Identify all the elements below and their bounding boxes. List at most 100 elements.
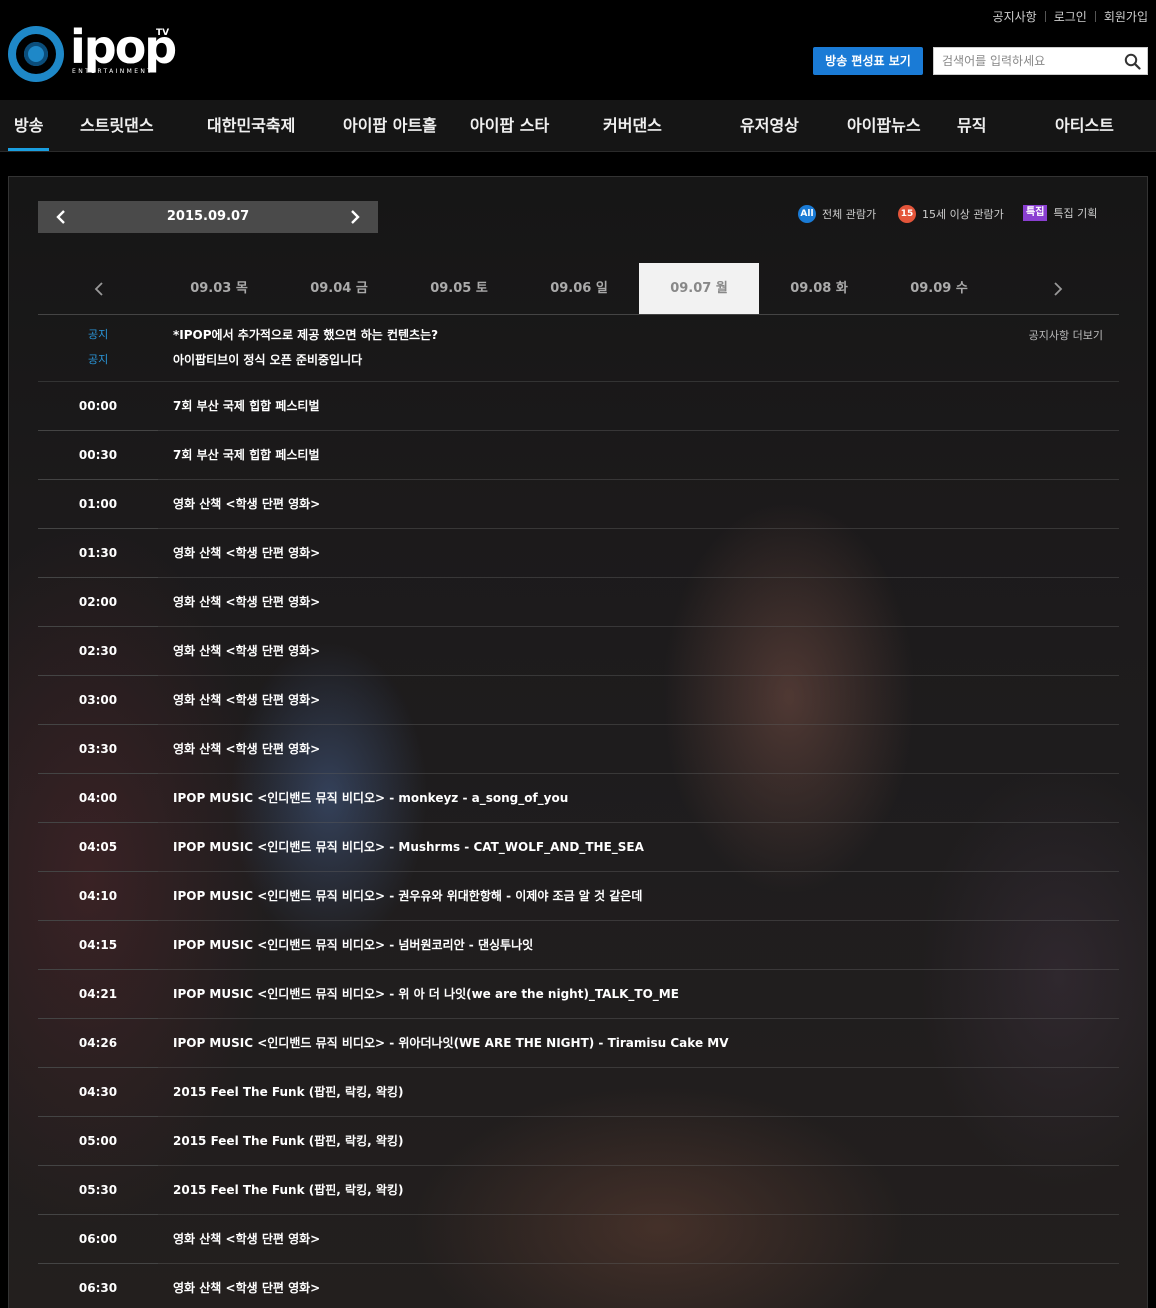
schedule-time: 01:30 (78, 546, 118, 560)
schedule-row[interactable]: 05:00 2015 Feel The Funk (팝핀, 락킹, 왁킹) (38, 1117, 1119, 1166)
schedule-title[interactable]: 2015 Feel The Funk (팝핀, 락킹, 왁킹) (173, 1068, 403, 1117)
schedule-title[interactable]: IPOP MUSIC <인디밴드 뮤직 비디오> - 위 아 더 나잇(we a… (173, 970, 679, 1019)
prev-date-icon[interactable] (54, 209, 68, 225)
notice-item[interactable]: 공지 *IPOP에서 추가적으로 제공 했으면 하는 컨텐츠는? (38, 325, 1119, 345)
schedule-row[interactable]: 03:30 영화 산책 <학생 단편 영화> (38, 725, 1119, 774)
notice-text[interactable]: *IPOP에서 추가적으로 제공 했으면 하는 컨텐츠는? (173, 325, 438, 345)
schedule-title[interactable]: IPOP MUSIC <인디밴드 뮤직 비디오> - Mushrms - CAT… (173, 823, 644, 872)
schedule-panel: 2015.09.07 All 전체 관람가 15 15세 이상 관람가 특집 특… (8, 176, 1148, 1308)
schedule-row[interactable]: 00:30 7회 부산 국제 힙합 페스티벌 (38, 431, 1119, 480)
tab-day[interactable]: 09.06 일 (519, 263, 639, 314)
schedule-row[interactable]: 04:26 IPOP MUSIC <인디밴드 뮤직 비디오> - 위아더나잇(WE… (38, 1019, 1119, 1068)
next-date-icon[interactable] (348, 209, 362, 225)
schedule-title[interactable]: 영화 산책 <학생 단편 영화> (173, 627, 320, 676)
schedule-title[interactable]: 영화 산책 <학생 단편 영화> (173, 1264, 320, 1308)
age-15-label: 15세 이상 관람가 (922, 208, 1004, 221)
search-icon[interactable] (1124, 53, 1141, 70)
schedule-title[interactable]: 2015 Feel The Funk (팝핀, 락킹, 왁킹) (173, 1166, 403, 1215)
nav-item-ipop-star[interactable]: 아이팝 스타 (470, 100, 549, 151)
schedule-time: 03:30 (78, 742, 118, 756)
schedule-title[interactable]: IPOP MUSIC <인디밴드 뮤직 비디오> - 위아더나잇(WE ARE … (173, 1019, 728, 1068)
notice-item[interactable]: 공지 아이팝티브이 정식 오픈 준비중입니다 (38, 350, 1119, 370)
schedule-title[interactable]: 영화 산책 <학생 단편 영화> (173, 480, 320, 529)
schedule-title[interactable]: 7회 부산 국제 힙합 페스티벌 (173, 431, 320, 480)
legend-special: 특집 특집 기획 (1023, 205, 1097, 221)
divider (1094, 11, 1096, 22)
nav-item-cover-dance[interactable]: 커버댄스 (603, 100, 662, 151)
schedule-row[interactable]: 01:30 영화 산책 <학생 단편 영화> (38, 529, 1119, 578)
schedule-row[interactable]: 04:21 IPOP MUSIC <인디밴드 뮤직 비디오> - 위 아 더 나잇… (38, 970, 1119, 1019)
schedule-time: 04:21 (78, 987, 118, 1001)
tab-day[interactable]: 09.04 금 (279, 263, 399, 314)
login-link[interactable]: 로그인 (1054, 8, 1087, 25)
nav-item-korea-festival[interactable]: 대한민국축제 (207, 100, 295, 151)
schedule-time: 02:00 (78, 595, 118, 609)
logo-mark-icon (8, 26, 64, 82)
schedule-time: 04:15 (78, 938, 118, 952)
schedule-time: 04:30 (78, 1085, 118, 1099)
schedule-row[interactable]: 04:00 IPOP MUSIC <인디밴드 뮤직 비디오> - monkeyz … (38, 774, 1119, 823)
nav-item-user-video[interactable]: 유저영상 (740, 100, 799, 151)
ipop-logo[interactable]: ipop TV ENTERTAINMENT (8, 24, 178, 84)
schedule-row[interactable]: 03:00 영화 산책 <학생 단편 영화> (38, 676, 1119, 725)
search-input[interactable] (934, 48, 1119, 74)
age-15-badge: 15 (898, 205, 916, 223)
schedule-title[interactable]: 영화 산책 <학생 단편 영화> (173, 725, 320, 774)
notice-text[interactable]: 아이팝티브이 정식 오픈 준비중입니다 (173, 350, 362, 370)
schedule-time: 04:00 (78, 791, 118, 805)
nav-item-music[interactable]: 뮤직 (957, 100, 986, 151)
schedule-time: 00:00 (78, 399, 118, 413)
current-date: 2015.09.07 (166, 209, 250, 224)
schedule-button[interactable]: 방송 편성표 보기 (813, 47, 923, 75)
schedule-row[interactable]: 01:00 영화 산책 <학생 단편 영화> (38, 480, 1119, 529)
schedule-row[interactable]: 04:10 IPOP MUSIC <인디밴드 뮤직 비디오> - 권우유와 위대한… (38, 872, 1119, 921)
prev-week-icon[interactable] (94, 281, 104, 297)
schedule-title[interactable]: 7회 부산 국제 힙합 페스티벌 (173, 382, 320, 431)
notice-more-link[interactable]: 공지사항 더보기 (1029, 327, 1103, 343)
notice-link[interactable]: 공지사항 (993, 8, 1037, 25)
schedule-row[interactable]: 02:00 영화 산책 <학생 단편 영화> (38, 578, 1119, 627)
schedule-time: 02:30 (78, 644, 118, 658)
notice-tag: 공지 (88, 353, 109, 366)
schedule-row[interactable]: 04:15 IPOP MUSIC <인디밴드 뮤직 비디오> - 넘버원코리안 -… (38, 921, 1119, 970)
legend-15: 15 15세 이상 관람가 (898, 205, 1004, 223)
nav-item-street-dance[interactable]: 스트릿댄스 (80, 100, 154, 151)
tab-day-selected[interactable]: 09.07 월 (639, 263, 759, 314)
search-box (933, 47, 1148, 75)
schedule-title[interactable]: 영화 산책 <학생 단편 영화> (173, 1215, 320, 1264)
schedule-title[interactable]: 영화 산책 <학생 단편 영화> (173, 578, 320, 627)
schedule-title[interactable]: 2015 Feel The Funk (팝핀, 락킹, 왁킹) (173, 1117, 403, 1166)
schedule-row[interactable]: 06:00 영화 산책 <학생 단편 영화> (38, 1215, 1119, 1264)
schedule-title[interactable]: 영화 산책 <학생 단편 영화> (173, 676, 320, 725)
signup-link[interactable]: 회원가입 (1104, 8, 1148, 25)
tab-day[interactable]: 09.09 수 (879, 263, 999, 314)
schedule-row[interactable]: 04:05 IPOP MUSIC <인디밴드 뮤직 비디오> - Mushrms … (38, 823, 1119, 872)
schedule-row[interactable]: 06:30 영화 산책 <학생 단편 영화> (38, 1264, 1119, 1308)
schedule-time: 06:00 (78, 1232, 118, 1246)
nav-item-art-hall[interactable]: 아이팝 아트홀 (343, 100, 437, 151)
nav-item-artist[interactable]: 아티스트 (1055, 100, 1114, 151)
schedule-row[interactable]: 04:30 2015 Feel The Funk (팝핀, 락킹, 왁킹) (38, 1068, 1119, 1117)
nav-item-news[interactable]: 아이팝뉴스 (847, 100, 921, 151)
tab-day[interactable]: 09.05 토 (399, 263, 519, 314)
nav-item-broadcast[interactable]: 방송 (8, 100, 50, 151)
next-week-icon[interactable] (1053, 281, 1063, 297)
tab-day[interactable]: 09.03 목 (159, 263, 279, 314)
legend-all: All 전체 관람가 (798, 205, 876, 223)
schedule-title[interactable]: IPOP MUSIC <인디밴드 뮤직 비디오> - 넘버원코리안 - 댄싱투나… (173, 921, 533, 970)
site-header: ipop TV ENTERTAINMENT 공지사항 로그인 회원가입 방송 편… (0, 0, 1156, 100)
schedule-title[interactable]: 영화 산책 <학생 단편 영화> (173, 529, 320, 578)
schedule-row[interactable]: 00:00 7회 부산 국제 힙합 페스티벌 (38, 382, 1119, 431)
schedule-title[interactable]: IPOP MUSIC <인디밴드 뮤직 비디오> - 권우유와 위대한항해 - … (173, 872, 642, 921)
schedule-row[interactable]: 05:30 2015 Feel The Funk (팝핀, 락킹, 왁킹) (38, 1166, 1119, 1215)
tab-day[interactable]: 09.08 화 (759, 263, 879, 314)
date-selector: 2015.09.07 (38, 201, 378, 233)
schedule-row[interactable]: 02:30 영화 산책 <학생 단편 영화> (38, 627, 1119, 676)
schedule-title[interactable]: IPOP MUSIC <인디밴드 뮤직 비디오> - monkeyz - a_s… (173, 774, 568, 823)
notice-tag: 공지 (88, 328, 109, 341)
schedule-time: 04:10 (78, 889, 118, 903)
special-badge: 특집 (1023, 205, 1048, 221)
schedule-time: 00:30 (78, 448, 118, 462)
logo-tv-mark: TV (156, 28, 170, 38)
schedule-time: 04:05 (78, 840, 118, 854)
